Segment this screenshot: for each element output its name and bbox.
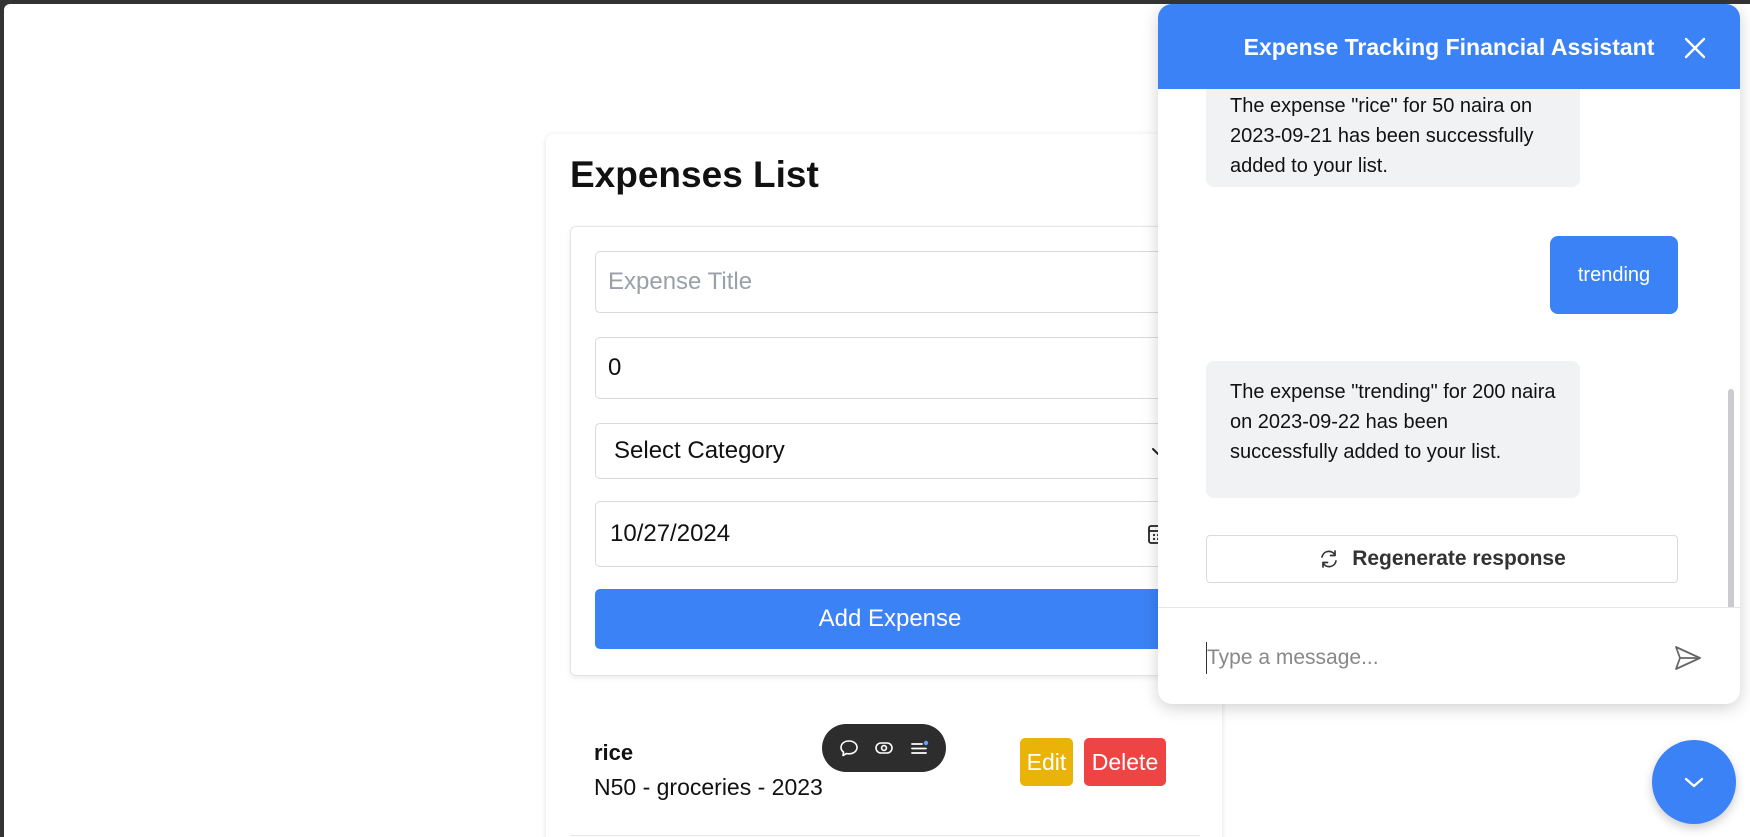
regenerate-response-button[interactable]: Regenerate response: [1206, 535, 1678, 583]
chat-header: Expense Tracking Financial Assistant: [1158, 4, 1740, 89]
refresh-icon: [1321, 550, 1338, 568]
chat-scrollbar[interactable]: [1728, 389, 1734, 607]
user-message: trending: [1550, 236, 1678, 314]
chat-panel: Expense Tracking Financial Assistant The…: [1158, 4, 1740, 704]
eye-icon[interactable]: [873, 737, 895, 759]
expense-item-details: N50 - groceries - 2023: [594, 774, 823, 800]
edit-button[interactable]: Edit: [1020, 738, 1073, 786]
category-selected-value: Select Category: [614, 437, 785, 464]
floating-toolbar: [822, 724, 946, 772]
chevron-down-icon: [1684, 777, 1704, 788]
delete-button[interactable]: Delete: [1084, 738, 1166, 786]
category-select[interactable]: Select Category: [595, 423, 1185, 479]
send-icon[interactable]: [1672, 642, 1704, 674]
assistant-message: The expense "rice" for 50 naira on 2023-…: [1206, 89, 1580, 187]
chat-messages: The expense "rice" for 50 naira on 2023-…: [1158, 89, 1740, 607]
add-expense-button[interactable]: Add Expense: [595, 589, 1185, 649]
message-input[interactable]: [1206, 642, 1606, 674]
expense-title-input[interactable]: [596, 252, 1184, 312]
expense-form: Select Category 10/27/2024 Add Expense: [570, 226, 1200, 676]
chat-toggle-button[interactable]: [1652, 740, 1736, 824]
page-title: Expenses List: [570, 154, 819, 195]
list-icon[interactable]: [908, 737, 930, 759]
close-icon[interactable]: [1682, 35, 1708, 61]
chat-title: Expense Tracking Financial Assistant: [1243, 34, 1655, 60]
regenerate-label: Regenerate response: [1352, 547, 1566, 570]
expense-title-field[interactable]: [595, 251, 1185, 313]
page: Expenses List Select Category 10/27/2024: [4, 4, 1750, 837]
date-value: 10/27/2024: [610, 520, 731, 547]
amount-field[interactable]: [595, 337, 1185, 399]
assistant-message: The expense "trending" for 200 naira on …: [1206, 361, 1580, 498]
amount-input[interactable]: [596, 338, 1184, 398]
comment-icon[interactable]: [838, 737, 860, 759]
date-field[interactable]: 10/27/2024: [595, 501, 1185, 567]
expense-item-title: rice: [594, 740, 634, 765]
chat-input-area: [1158, 607, 1740, 704]
